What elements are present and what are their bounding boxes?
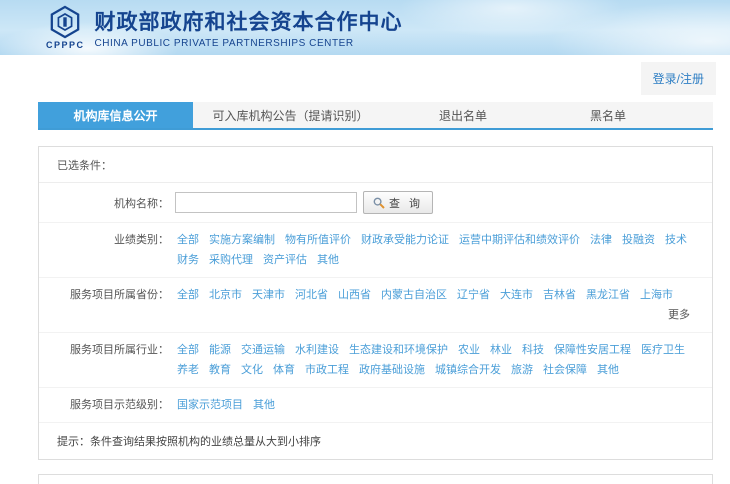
filter-row-label: 服务项目示范级别： (57, 395, 169, 415)
org-name-label: 机构名称： (57, 195, 169, 211)
filter-rows: 业绩类别：全部实施方案编制物有所值评价财政承受能力论证运营中期评估和绩效评价法律… (39, 223, 712, 423)
filter-option-link[interactable]: 社会保障 (543, 360, 587, 380)
filter-option-link[interactable]: 全部 (177, 285, 199, 305)
filter-option-link[interactable]: 黑龙江省 (586, 285, 630, 305)
filter-option-link[interactable]: 上海市 (640, 285, 673, 305)
site-header: CPPPC 财政部政府和社会资本合作中心 CHINA PUBLIC PRIVAT… (0, 0, 730, 55)
filter-option-link[interactable]: 实施方案编制 (209, 230, 275, 250)
filter-options: 全部实施方案编制物有所值评价财政承受能力论证运营中期评估和绩效评价法律投融资技术… (177, 230, 694, 270)
tab-item[interactable]: 黑名单 (538, 102, 678, 128)
tab-item[interactable]: 退出名单 (388, 102, 538, 128)
filter-options: 全部北京市天津市河北省山西省内蒙古自治区辽宁省大连市吉林省黑龙江省上海市更多 (177, 285, 694, 325)
filter-option-link[interactable]: 其他 (317, 250, 339, 270)
org-name-row: 机构名称： 查 询 (39, 183, 712, 223)
filter-option-link[interactable]: 水利建设 (295, 340, 339, 360)
filter-option-link[interactable]: 医疗卫生 (641, 340, 685, 360)
filter-row-label: 服务项目所属行业： (57, 340, 169, 380)
filter-option-link[interactable]: 其他 (253, 395, 275, 415)
filter-option-link[interactable]: 全部 (177, 230, 199, 250)
filter-option-link[interactable]: 辽宁省 (457, 285, 490, 305)
filter-option-link[interactable]: 能源 (209, 340, 231, 360)
filter-option-link[interactable]: 国家示范项目 (177, 395, 243, 415)
search-icon (373, 197, 385, 209)
filter-option-link[interactable]: 资产评估 (263, 250, 307, 270)
filter-option-link[interactable]: 采购代理 (209, 250, 253, 270)
filter-row-label: 业绩类别： (57, 230, 169, 270)
filter-option-link[interactable]: 山西省 (338, 285, 371, 305)
org-name-input[interactable] (175, 192, 357, 213)
filter-option-link[interactable]: 养老 (177, 360, 199, 380)
filter-option-link[interactable]: 内蒙古自治区 (381, 285, 447, 305)
search-button-label: 查 询 (389, 195, 423, 211)
filter-option-link[interactable]: 物有所值评价 (285, 230, 351, 250)
selected-conditions-label: 已选条件： (39, 147, 712, 183)
filter-option-link[interactable]: 科技 (522, 340, 544, 360)
filter-option-link[interactable]: 政府基础设施 (359, 360, 425, 380)
filter-option-link[interactable]: 交通运输 (241, 340, 285, 360)
filter-option-link[interactable]: 吉林省 (543, 285, 576, 305)
filter-option-link[interactable]: 河北省 (295, 285, 328, 305)
site-titles: 财政部政府和社会资本合作中心 CHINA PUBLIC PRIVATE PART… (95, 6, 403, 49)
filter-panel: 已选条件： 机构名称： 查 询 业绩类别：全部实施方案编制物有所值评价财政承受能… (38, 146, 713, 460)
filter-option-link[interactable]: 大连市 (500, 285, 533, 305)
filter-option-link[interactable]: 北京市 (209, 285, 242, 305)
filter-option-link[interactable]: 财务 (177, 250, 199, 270)
filter-option-link[interactable]: 文化 (241, 360, 263, 380)
filter-option-link[interactable]: 运营中期评估和绩效评价 (459, 230, 580, 250)
logo-acronym: CPPPC (46, 40, 85, 50)
filter-option-link[interactable]: 城镇综合开发 (435, 360, 501, 380)
filter-option-link[interactable]: 财政承受能力论证 (361, 230, 449, 250)
filter-options: 全部能源交通运输水利建设生态建设和环境保护农业林业科技保障性安居工程医疗卫生养老… (177, 340, 694, 380)
more-link[interactable]: 更多 (668, 305, 694, 325)
login-register-link[interactable]: 登录/注册 (641, 62, 716, 95)
tab-item[interactable]: 可入库机构公告（提请识别） (193, 102, 388, 128)
filter-option-link[interactable]: 教育 (209, 360, 231, 380)
filter-options: 国家示范项目其他 (177, 395, 694, 415)
filter-option-link[interactable]: 农业 (458, 340, 480, 360)
site-title: 财政部政府和社会资本合作中心 (95, 6, 403, 36)
filter-row: 业绩类别：全部实施方案编制物有所值评价财政承受能力论证运营中期评估和绩效评价法律… (39, 223, 712, 278)
filter-option-link[interactable]: 技术 (665, 230, 687, 250)
filter-row: 服务项目示范级别： 国家示范项目其他 (39, 388, 712, 423)
filter-option-link[interactable]: 其他 (597, 360, 619, 380)
filter-option-link[interactable]: 旅游 (511, 360, 533, 380)
filter-option-link[interactable]: 天津市 (252, 285, 285, 305)
filter-option-link[interactable]: 全部 (177, 340, 199, 360)
filter-option-link[interactable]: 市政工程 (305, 360, 349, 380)
login-bar: 登录/注册 (0, 55, 730, 102)
filter-option-link[interactable]: 生态建设和环境保护 (349, 340, 448, 360)
tab-bar: 机构库信息公开可入库机构公告（提请识别）退出名单黑名单 (38, 102, 713, 130)
tab-active[interactable]: 机构库信息公开 (38, 102, 193, 128)
filter-row-label: 服务项目所属省份： (57, 285, 169, 325)
filter-row: 服务项目所属省份：全部北京市天津市河北省山西省内蒙古自治区辽宁省大连市吉林省黑龙… (39, 278, 712, 333)
filter-option-link[interactable]: 体育 (273, 360, 295, 380)
site-subtitle: CHINA PUBLIC PRIVATE PARTNERSHIPS CENTER (95, 38, 403, 49)
filter-option-link[interactable]: 投融资 (622, 230, 655, 250)
filter-option-link[interactable]: 林业 (490, 340, 512, 360)
filter-row: 服务项目所属行业：全部能源交通运输水利建设生态建设和环境保护农业林业科技保障性安… (39, 333, 712, 388)
filter-option-link[interactable]: 法律 (590, 230, 612, 250)
cpppc-emblem-icon (49, 5, 81, 39)
result-card: 筑城河北 筑城河北建设投资咨询有限公司 筑城河北建设投资咨询有限公司，简称“筑城… (38, 474, 713, 484)
search-button[interactable]: 查 询 (363, 191, 433, 214)
tip-text: 提示：条件查询结果按照机构的业绩总量从大到小排序 (39, 423, 712, 459)
filter-option-link[interactable]: 保障性安居工程 (554, 340, 631, 360)
site-logo[interactable]: CPPPC (46, 5, 85, 50)
